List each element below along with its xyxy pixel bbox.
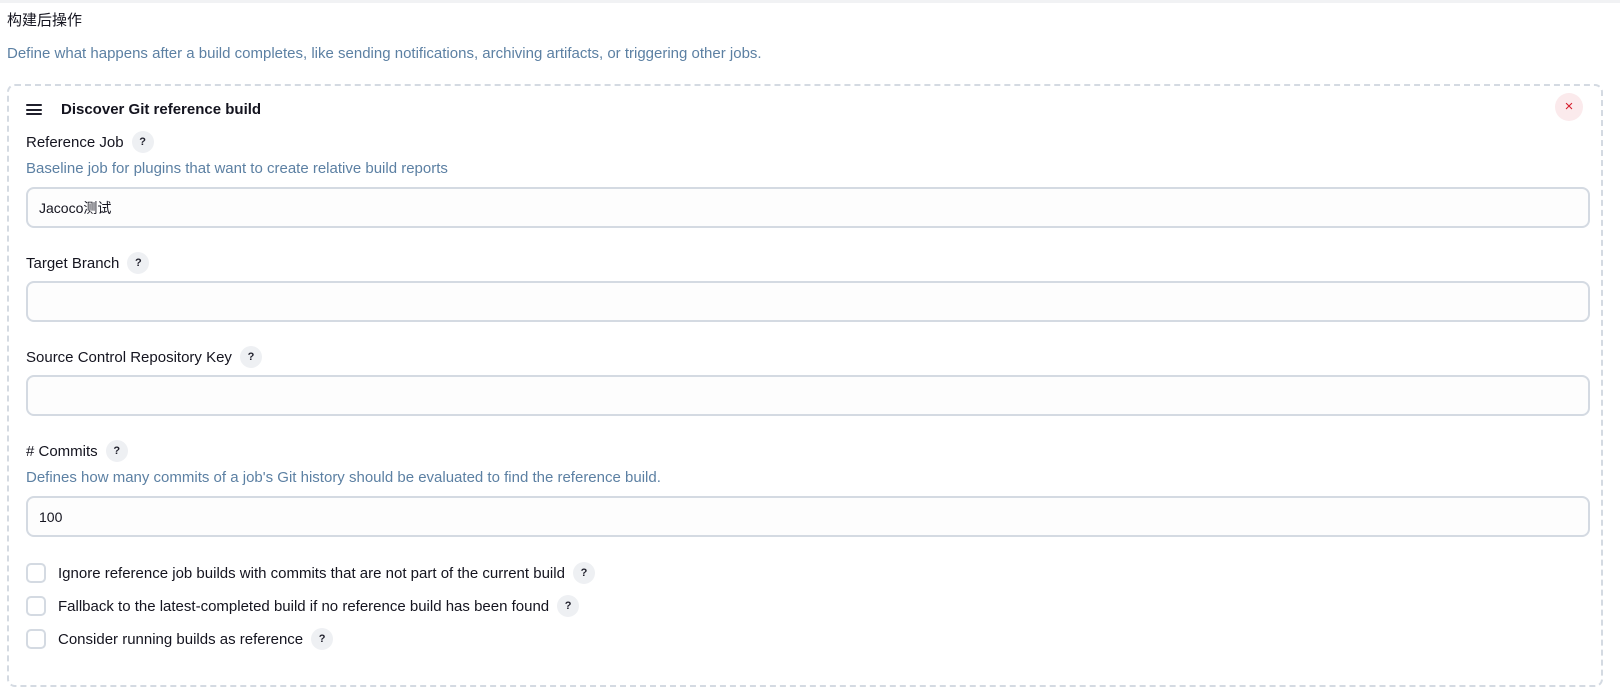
section-title: 构建后操作: [7, 12, 83, 29]
scm-key-label-text: Source Control Repository Key: [26, 348, 232, 366]
target-branch-input[interactable]: [26, 281, 1590, 322]
reference-job-description: Baseline job for plugins that want to cr…: [26, 160, 448, 177]
target-branch-label: Target Branch ?: [26, 252, 150, 274]
help-icon[interactable]: ?: [572, 562, 595, 584]
drag-handle-icon[interactable]: [26, 104, 42, 116]
reference-job-label-text: Reference Job: [26, 133, 124, 151]
checkbox-row-ignore-commits: Ignore reference job builds with commits…: [26, 562, 595, 584]
commits-description: Defines how many commits of a job's Git …: [26, 469, 661, 486]
section-description: Define what happens after a build comple…: [7, 45, 762, 62]
help-icon[interactable]: ?: [131, 131, 154, 153]
scm-key-label: Source Control Repository Key ?: [26, 346, 262, 368]
commits-label: # Commits ?: [26, 440, 128, 462]
help-icon[interactable]: ?: [311, 628, 334, 650]
commits-input[interactable]: [26, 496, 1590, 537]
running-builds-checkbox[interactable]: [26, 629, 46, 649]
checkbox-row-running-builds: Consider running builds as reference ?: [26, 628, 334, 650]
checkbox-label: Fallback to the latest-completed build i…: [58, 597, 550, 615]
target-branch-label-text: Target Branch: [26, 254, 120, 272]
help-icon[interactable]: ?: [557, 595, 580, 617]
help-icon[interactable]: ?: [127, 252, 150, 274]
reference-job-input[interactable]: [26, 187, 1590, 228]
post-build-step-card: Discover Git reference build × Reference…: [7, 84, 1603, 687]
top-divider: [0, 0, 1620, 3]
fallback-latest-checkbox[interactable]: [26, 596, 46, 616]
scm-key-input[interactable]: [26, 375, 1590, 416]
delete-step-button[interactable]: ×: [1555, 93, 1583, 121]
reference-job-label: Reference Job ?: [26, 131, 154, 153]
card-title: Discover Git reference build: [61, 101, 262, 118]
checkbox-row-fallback: Fallback to the latest-completed build i…: [26, 595, 580, 617]
help-icon[interactable]: ?: [105, 440, 128, 462]
ignore-commits-checkbox[interactable]: [26, 563, 46, 583]
help-icon[interactable]: ?: [239, 346, 262, 368]
commits-label-text: # Commits: [26, 442, 98, 460]
checkbox-label: Consider running builds as reference: [58, 630, 304, 648]
checkbox-label: Ignore reference job builds with commits…: [58, 564, 565, 582]
